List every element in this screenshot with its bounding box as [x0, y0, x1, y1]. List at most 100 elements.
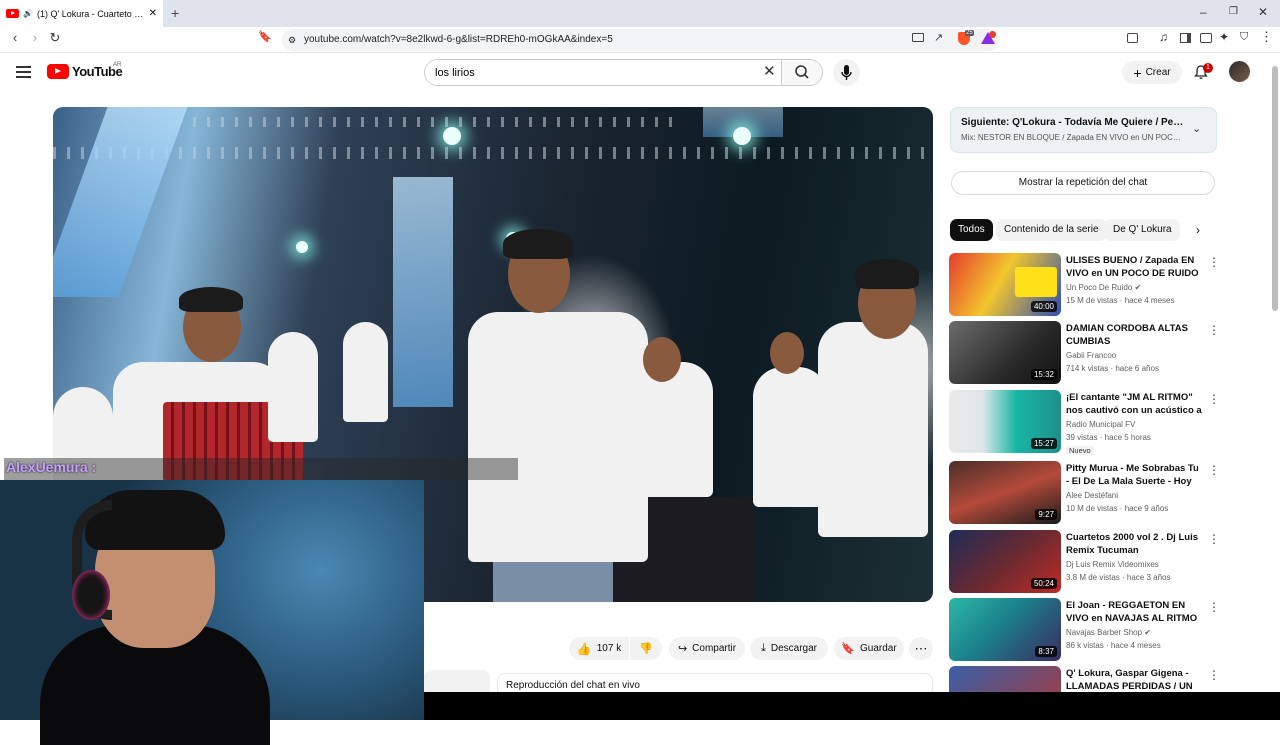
cast-icon[interactable] — [912, 33, 924, 42]
wallet-icon[interactable] — [1200, 33, 1212, 43]
kebab-menu-icon[interactable]: ⋮ — [1208, 668, 1220, 682]
close-window-button[interactable]: ✕ — [1258, 5, 1268, 19]
up-next-title: Siguiente: Q'Lokura - Todavía Me Quiere … — [961, 117, 1186, 128]
share-page-icon[interactable]: ↗ — [934, 31, 943, 44]
verified-icon: ✔ — [1134, 283, 1142, 292]
youtube-logo[interactable]: YouTube — [47, 64, 123, 79]
video-title[interactable]: El Joan - REGGAETON EN VIVO en NAVAJAS A… — [1066, 599, 1202, 625]
stage-light — [296, 241, 308, 253]
close-tab-icon[interactable]: ✕ — [149, 8, 157, 19]
back-icon[interactable]: ‹ — [6, 30, 24, 45]
url-bar[interactable]: ⚙ youtube.com/watch?v=8e2lkwd-6-g&list=R… — [282, 29, 1000, 51]
video-thumbnail[interactable]: 8:37 — [949, 598, 1061, 661]
sidebar-icon[interactable] — [1180, 33, 1191, 43]
like-button[interactable]: 👍 107 k — [569, 637, 629, 660]
youtube-favicon-icon — [6, 9, 19, 18]
recommendation-item[interactable]: Q' Lokura, Gaspar Gigena - LLAMADAS PERD… — [949, 666, 1279, 692]
dislike-button[interactable]: 👎 — [630, 637, 662, 660]
channel-name[interactable]: Navajas Barber Shop ✔ — [1066, 628, 1206, 637]
video-meta: 10 M de vistas · hace 9 años — [1066, 504, 1169, 513]
thumbs-down-icon: 👎 — [639, 643, 653, 655]
voice-search-button[interactable] — [833, 59, 860, 86]
clear-search-icon[interactable]: ✕ — [763, 62, 776, 80]
bookmark-icon[interactable]: 🔖 — [256, 30, 274, 43]
video-title[interactable]: DAMIAN CORDOBA ALTAS CUMBIAS — [1066, 322, 1202, 348]
stage-light — [443, 127, 461, 145]
download-icon: ⤓ — [760, 642, 766, 654]
video-title[interactable]: Q' Lokura, Gaspar Gigena - LLAMADAS PERD… — [1066, 667, 1202, 692]
chevron-right-icon[interactable]: › — [1196, 223, 1200, 237]
band-member — [818, 322, 928, 537]
share-button[interactable]: ↪ Compartir — [669, 637, 745, 660]
video-thumbnail[interactable]: 15:32 — [949, 321, 1061, 384]
kebab-menu-icon[interactable]: ⋮ — [1208, 255, 1220, 269]
video-thumbnail[interactable] — [949, 666, 1061, 692]
create-button[interactable]: + Crear — [1122, 61, 1182, 84]
share-label: Compartir — [692, 643, 737, 654]
download-label: Descargar — [770, 643, 817, 654]
share-arrow-icon: ↪ — [677, 643, 688, 655]
band-member-head — [770, 332, 804, 374]
ai-sparkle-icon[interactable]: ✦ — [1219, 30, 1229, 44]
browser-tab-strip — [0, 0, 1280, 27]
new-badge: Nuevo — [1066, 446, 1094, 455]
show-chat-label: Mostrar la repetición del chat — [1018, 177, 1148, 188]
music-icon[interactable]: ♫ — [1159, 30, 1168, 44]
up-next-mix-box[interactable] — [950, 107, 1217, 153]
video-duration: 9:27 — [1035, 509, 1057, 520]
video-thumbnail[interactable]: 15:27 — [949, 390, 1061, 453]
stream-overlay-username: AlexUemura : — [6, 459, 97, 475]
recommendation-item[interactable]: 9:27 Pitty Murua - Me Sobrabas Tu - El D… — [949, 461, 1279, 525]
user-avatar[interactable] — [1229, 61, 1250, 82]
video-thumbnail[interactable]: 50:24 — [949, 530, 1061, 593]
minimize-button[interactable]: – — [1200, 5, 1207, 19]
recommendation-item[interactable]: 40:00 ULISES BUENO / Zapada EN VIVO en U… — [949, 253, 1279, 317]
country-code: AR — [113, 62, 122, 68]
hamburger-menu-icon[interactable] — [16, 66, 31, 78]
channel-name[interactable]: Alee Destéfani — [1066, 491, 1206, 500]
recommendation-item[interactable]: 15:32 DAMIAN CORDOBA ALTAS CUMBIAS Gabii… — [949, 321, 1279, 385]
reload-icon[interactable]: ↻ — [46, 30, 64, 46]
recommendation-item[interactable]: 50:24 Cuartetos 2000 vol 2 . Dj Luis Rem… — [949, 530, 1279, 594]
channel-name[interactable]: Un Poco De Ruido ✔ — [1066, 283, 1206, 292]
recommendation-item[interactable]: 15:27 ¡El cantante "JM AL RITMO" nos cau… — [949, 390, 1279, 455]
chip-from-channel[interactable]: De Q' Lokura — [1105, 219, 1180, 241]
forward-icon[interactable]: › — [26, 30, 44, 45]
kebab-menu-icon[interactable]: ⋮ — [1208, 463, 1220, 477]
video-thumbnail[interactable]: 40:00 — [949, 253, 1061, 316]
channel-name[interactable]: Gabii Francoo — [1066, 351, 1206, 360]
new-tab-button[interactable]: + — [171, 5, 179, 21]
show-chat-replay-button[interactable]: Mostrar la repetición del chat — [951, 171, 1215, 195]
restore-button[interactable]: ❐ — [1229, 6, 1238, 17]
save-button[interactable]: 🔖 Guardar — [834, 637, 904, 660]
chip-series[interactable]: Contenido de la serie — [996, 219, 1107, 241]
vpn-shield-icon[interactable]: ⛉ — [1240, 31, 1248, 44]
video-title[interactable]: ULISES BUENO / Zapada EN VIVO en UN POCO… — [1066, 254, 1202, 280]
more-actions-button[interactable]: ⋯ — [909, 637, 933, 660]
scrollbar-thumb[interactable] — [1272, 66, 1278, 311]
chip-all[interactable]: Todos — [950, 219, 993, 241]
kebab-menu-icon[interactable]: ⋮ — [1208, 392, 1220, 406]
video-thumbnail[interactable]: 9:27 — [949, 461, 1061, 524]
kebab-menu-icon[interactable]: ⋮ — [1208, 323, 1220, 337]
search-input[interactable] — [425, 60, 781, 85]
video-meta: 714 k vistas · hace 6 años — [1066, 364, 1159, 373]
video-title[interactable]: Pitty Murua - Me Sobrabas Tu - El De La … — [1066, 462, 1202, 488]
band-member-hair — [855, 259, 919, 289]
accordion-player-hair — [179, 287, 243, 312]
kebab-menu-icon[interactable]: ⋮ — [1208, 600, 1220, 614]
site-info-icon[interactable]: ⚙ — [288, 29, 296, 51]
recommendation-item[interactable]: 8:37 El Joan - REGGAETON EN VIVO en NAVA… — [949, 598, 1279, 662]
video-title[interactable]: ¡El cantante "JM AL RITMO" nos cautivó c… — [1066, 391, 1202, 417]
thumbnail-art — [1015, 267, 1057, 297]
kebab-menu-icon[interactable]: ⋮ — [1208, 532, 1220, 546]
download-button[interactable]: ⤓ Descargar — [750, 637, 828, 660]
screenshot-icon[interactable] — [1127, 33, 1138, 43]
video-title[interactable]: Cuartetos 2000 vol 2 . Dj Luis Remix Tuc… — [1066, 531, 1202, 557]
channel-name[interactable]: Radio Municipal FV — [1066, 420, 1206, 429]
search-button[interactable] — [781, 60, 822, 85]
channel-name[interactable]: Dj Luis Remix Videomixes — [1066, 560, 1206, 569]
menu-icon[interactable]: ⋮ — [1260, 29, 1273, 45]
browser-tab[interactable]: 🔊 (1) Q' Lokura - Cuarteto Sessi ✕ — [0, 0, 163, 27]
chevron-down-icon[interactable]: ⌄ — [1192, 122, 1201, 135]
